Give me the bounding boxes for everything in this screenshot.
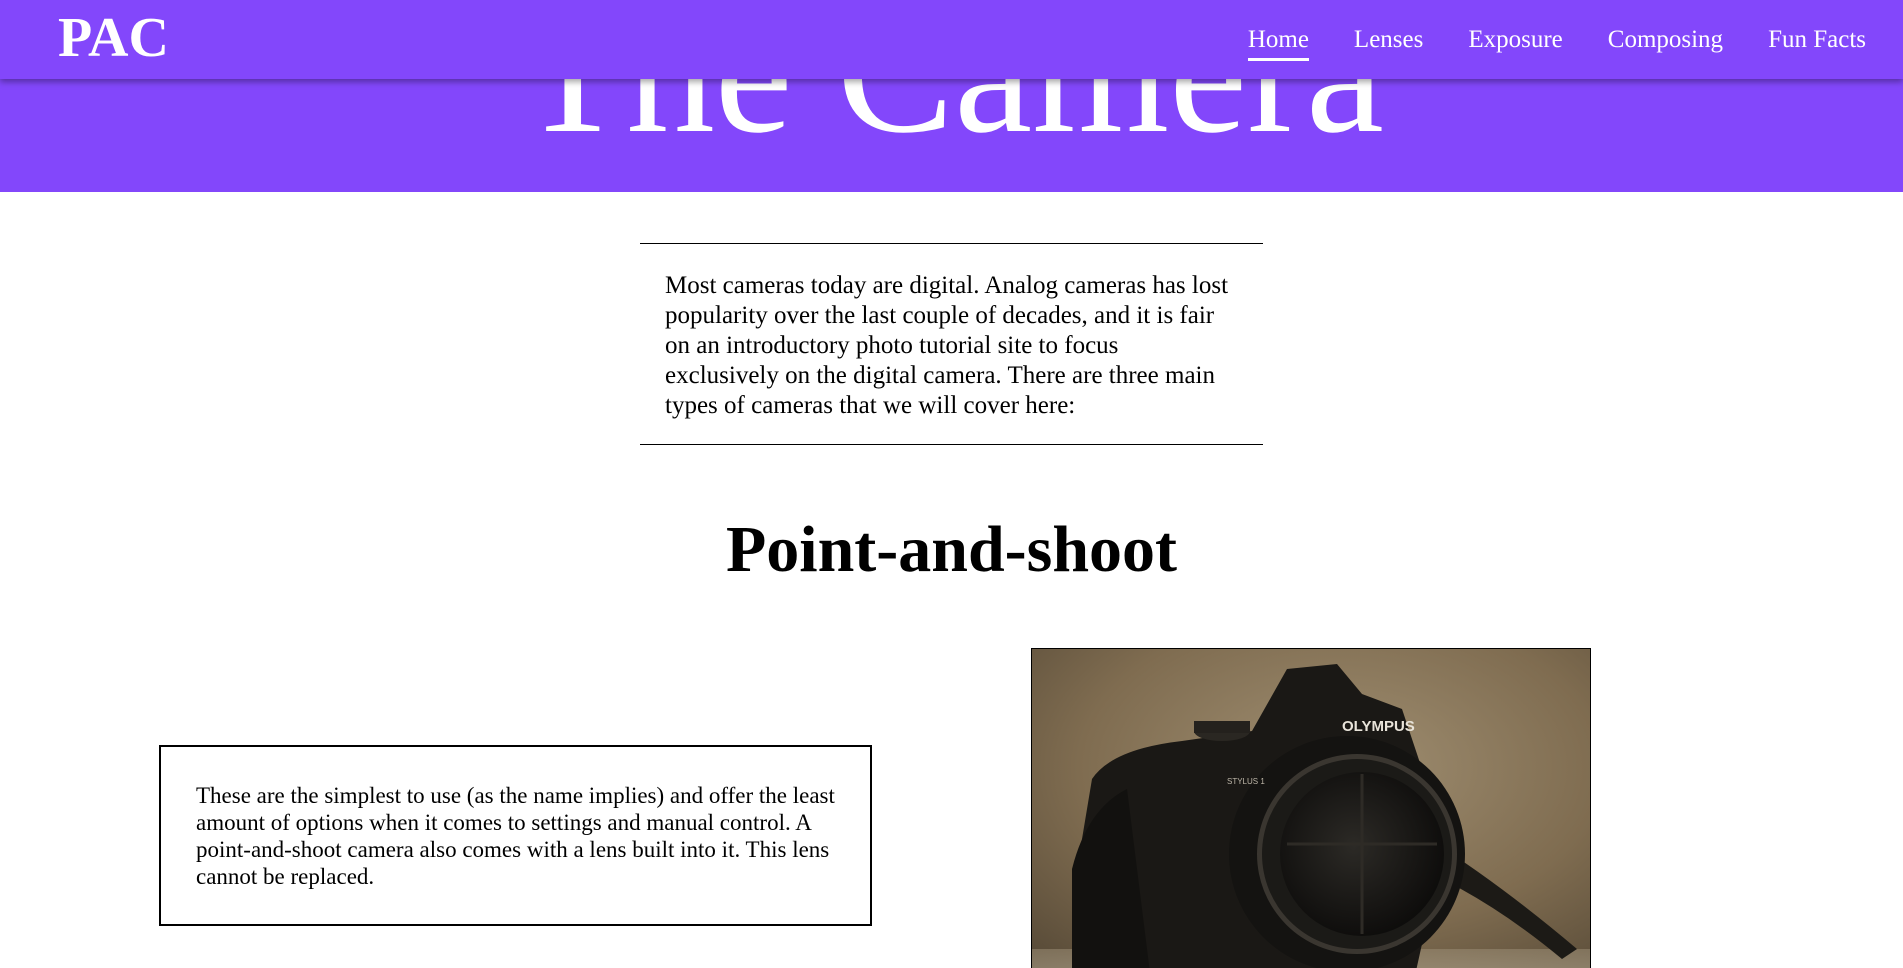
nav-link-composing[interactable]: Composing — [1608, 24, 1723, 61]
nav-link-exposure[interactable]: Exposure — [1468, 24, 1562, 61]
intro-text: Most cameras today are digital. Analog c… — [665, 272, 1229, 419]
nav-link-fun-facts[interactable]: Fun Facts — [1768, 24, 1866, 61]
camera-photo: OLYMPUS STYLUS 1 — [1031, 648, 1591, 968]
page: The Camera PAC Home Lenses Exposure Comp… — [0, 0, 1903, 968]
nav-link-home[interactable]: Home — [1247, 24, 1309, 61]
description-text: These are the simplest to use (as the na… — [196, 783, 835, 889]
description-box: These are the simplest to use (as the na… — [159, 745, 872, 926]
camera-model-label: STYLUS 1 — [1227, 777, 1265, 786]
nav-links: Home Lenses Exposure Composing Fun Facts — [1247, 24, 1866, 61]
camera-illustration: OLYMPUS STYLUS 1 — [1032, 649, 1590, 968]
section-heading: Point-and-shoot — [725, 513, 1178, 586]
camera-brand-label: OLYMPUS — [1342, 718, 1415, 735]
top-navbar: PAC Home Lenses Exposure Composing Fun F… — [0, 0, 1903, 79]
nav-link-lenses[interactable]: Lenses — [1354, 24, 1423, 61]
site-logo[interactable]: PAC — [58, 4, 169, 72]
intro-box: Most cameras today are digital. Analog c… — [640, 243, 1263, 445]
